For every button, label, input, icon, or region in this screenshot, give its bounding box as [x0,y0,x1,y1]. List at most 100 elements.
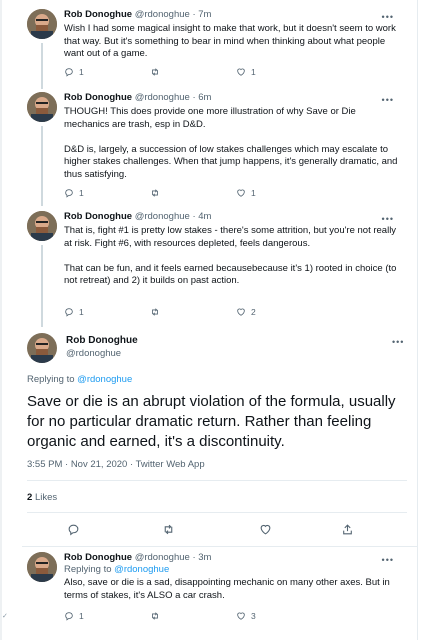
share-icon [343,524,352,535]
avatar[interactable] [27,211,57,241]
dot-separator: · [192,92,196,103]
retweet-button[interactable] [150,67,165,77]
retweet-button[interactable] [150,307,165,317]
more-icon[interactable]: ••• [382,214,394,224]
author-name[interactable]: Rob Donoghue [64,552,132,563]
retweet-icon [152,189,158,197]
reply-button[interactable] [67,523,80,536]
dot-separator: · [192,211,196,222]
tweet-header: Rob Donoghue @rdonoghue · 3m [64,552,211,564]
like-button[interactable] [259,523,272,536]
retweet-button[interactable] [150,611,165,621]
like-count: 1 [251,188,256,198]
reply-button[interactable]: 1 [64,611,84,621]
like-button[interactable]: 1 [236,67,256,77]
tweet-actions: 1 1 [64,188,334,200]
tweet-header: Rob Donoghue @rdonoghue · 6m [64,92,211,104]
tweet[interactable]: Rob Donoghue @rdonoghue · 6m ••• THOUGH!… [22,92,414,206]
dot-separator: · [192,9,196,20]
column-border [417,0,418,640]
replying-to-link[interactable]: @rdonoghue [77,374,132,385]
like-icon [260,524,271,535]
timestamp[interactable]: 3m [198,552,211,563]
like-count: 3 [251,611,256,621]
retweet-icon [152,68,158,76]
more-icon[interactable]: ••• [382,95,394,105]
avatar[interactable] [27,92,57,122]
tweet-paragraph: Wish I had some magical insight to make … [64,23,396,60]
tweet-header: Rob Donoghue @rdonoghue · 7m [64,9,211,21]
replying-to-link[interactable]: @rdonoghue [114,564,169,575]
like-button[interactable]: 2 [236,307,256,317]
timestamp[interactable]: 4m [198,211,211,222]
more-icon[interactable]: ••• [382,12,394,22]
retweet-icon [152,612,158,620]
like-button[interactable]: 3 [236,611,256,621]
tweet[interactable]: Rob Donoghue @rdonoghue · 4m ••• That is… [22,211,414,327]
reply-button[interactable]: 1 [64,188,84,198]
like-icon [237,308,245,316]
retweet-button[interactable] [162,523,175,536]
reply-icon [65,612,73,621]
more-icon[interactable]: ••• [382,555,394,565]
reply-count: 1 [79,611,84,621]
tweet-text: Wish I had some magical insight to make … [64,23,400,61]
dot-separator: · [192,552,196,563]
tweet-meta[interactable]: 3:55 PM · Nov 21, 2020 · Twitter Web App [27,459,205,470]
tweet-paragraph: That can be fun, and it feels earned bec… [64,262,397,287]
thread-line [41,245,43,327]
main-tweet-actions [27,523,407,537]
tweet-paragraph: THOUGH! This does provide one more illus… [64,106,356,130]
retweet-button[interactable] [150,188,165,198]
tweet-actions: 1 3 [64,611,334,623]
author-name[interactable]: Rob Donoghue [66,335,138,346]
divider [22,546,417,547]
like-button[interactable]: 1 [236,188,256,198]
author-name[interactable]: Rob Donoghue [64,9,132,20]
author-handle[interactable]: @rdonoghue [66,348,121,359]
author-handle[interactable]: @rdonoghue [135,211,190,222]
reply-count: 1 [79,67,84,77]
thread-line [41,43,43,89]
reply-button[interactable]: 1 [64,307,84,317]
avatar[interactable] [27,552,57,582]
timestamp[interactable]: 7m [198,9,211,20]
like-icon [237,189,245,197]
reply-count: 1 [79,307,84,317]
tweet-header: Rob Donoghue @rdonoghue · 4m [64,211,211,223]
more-icon[interactable]: ••• [392,337,404,347]
reply-button[interactable]: 1 [64,67,84,77]
retweet-icon [164,524,173,535]
tweet-paragraph: D&D is, largely, a succession of low sta… [64,143,398,180]
replying-to-label: Replying to [64,564,112,575]
author-handle[interactable]: @rdonoghue [135,92,190,103]
divider [27,512,407,513]
corner-mark: ✓ [2,613,8,620]
tweet[interactable]: Rob Donoghue @rdonoghue · 7m ••• Wish I … [22,9,414,89]
avatar[interactable] [27,333,57,363]
tweet-paragraph: That is, fight #1 is pretty low stakes -… [64,225,397,249]
timestamp[interactable]: 6m [198,92,211,103]
like-icon [237,612,245,620]
avatar[interactable] [27,9,57,39]
like-count: 2 [251,307,256,317]
main-tweet-text: Save or die is an abrupt violation of th… [27,393,396,450]
tweet-text: Also, save or die is a sad, disappointin… [64,577,400,602]
tweet[interactable]: Rob Donoghue @rdonoghue · 3m ••• Replyin… [22,552,414,632]
like-count: 1 [251,67,256,77]
author-name[interactable]: Rob Donoghue [64,92,132,103]
author-name[interactable]: Rob Donoghue [64,211,132,222]
left-edge [0,0,2,640]
likes-label: Likes [34,492,58,503]
reply-icon [65,189,73,198]
author-handle[interactable]: @rdonoghue [135,552,190,563]
author-handle[interactable]: @rdonoghue [135,9,190,20]
tweet-actions: 1 1 [64,67,334,79]
likes-count: 2 [27,492,33,503]
reply-icon [65,308,73,317]
reply-count: 1 [79,188,84,198]
share-button[interactable] [341,523,354,536]
retweet-icon [152,308,158,316]
tweet-paragraph: Also, save or die is a sad, disappointin… [64,577,390,601]
likes-summary[interactable]: 2 Likes [27,492,57,503]
